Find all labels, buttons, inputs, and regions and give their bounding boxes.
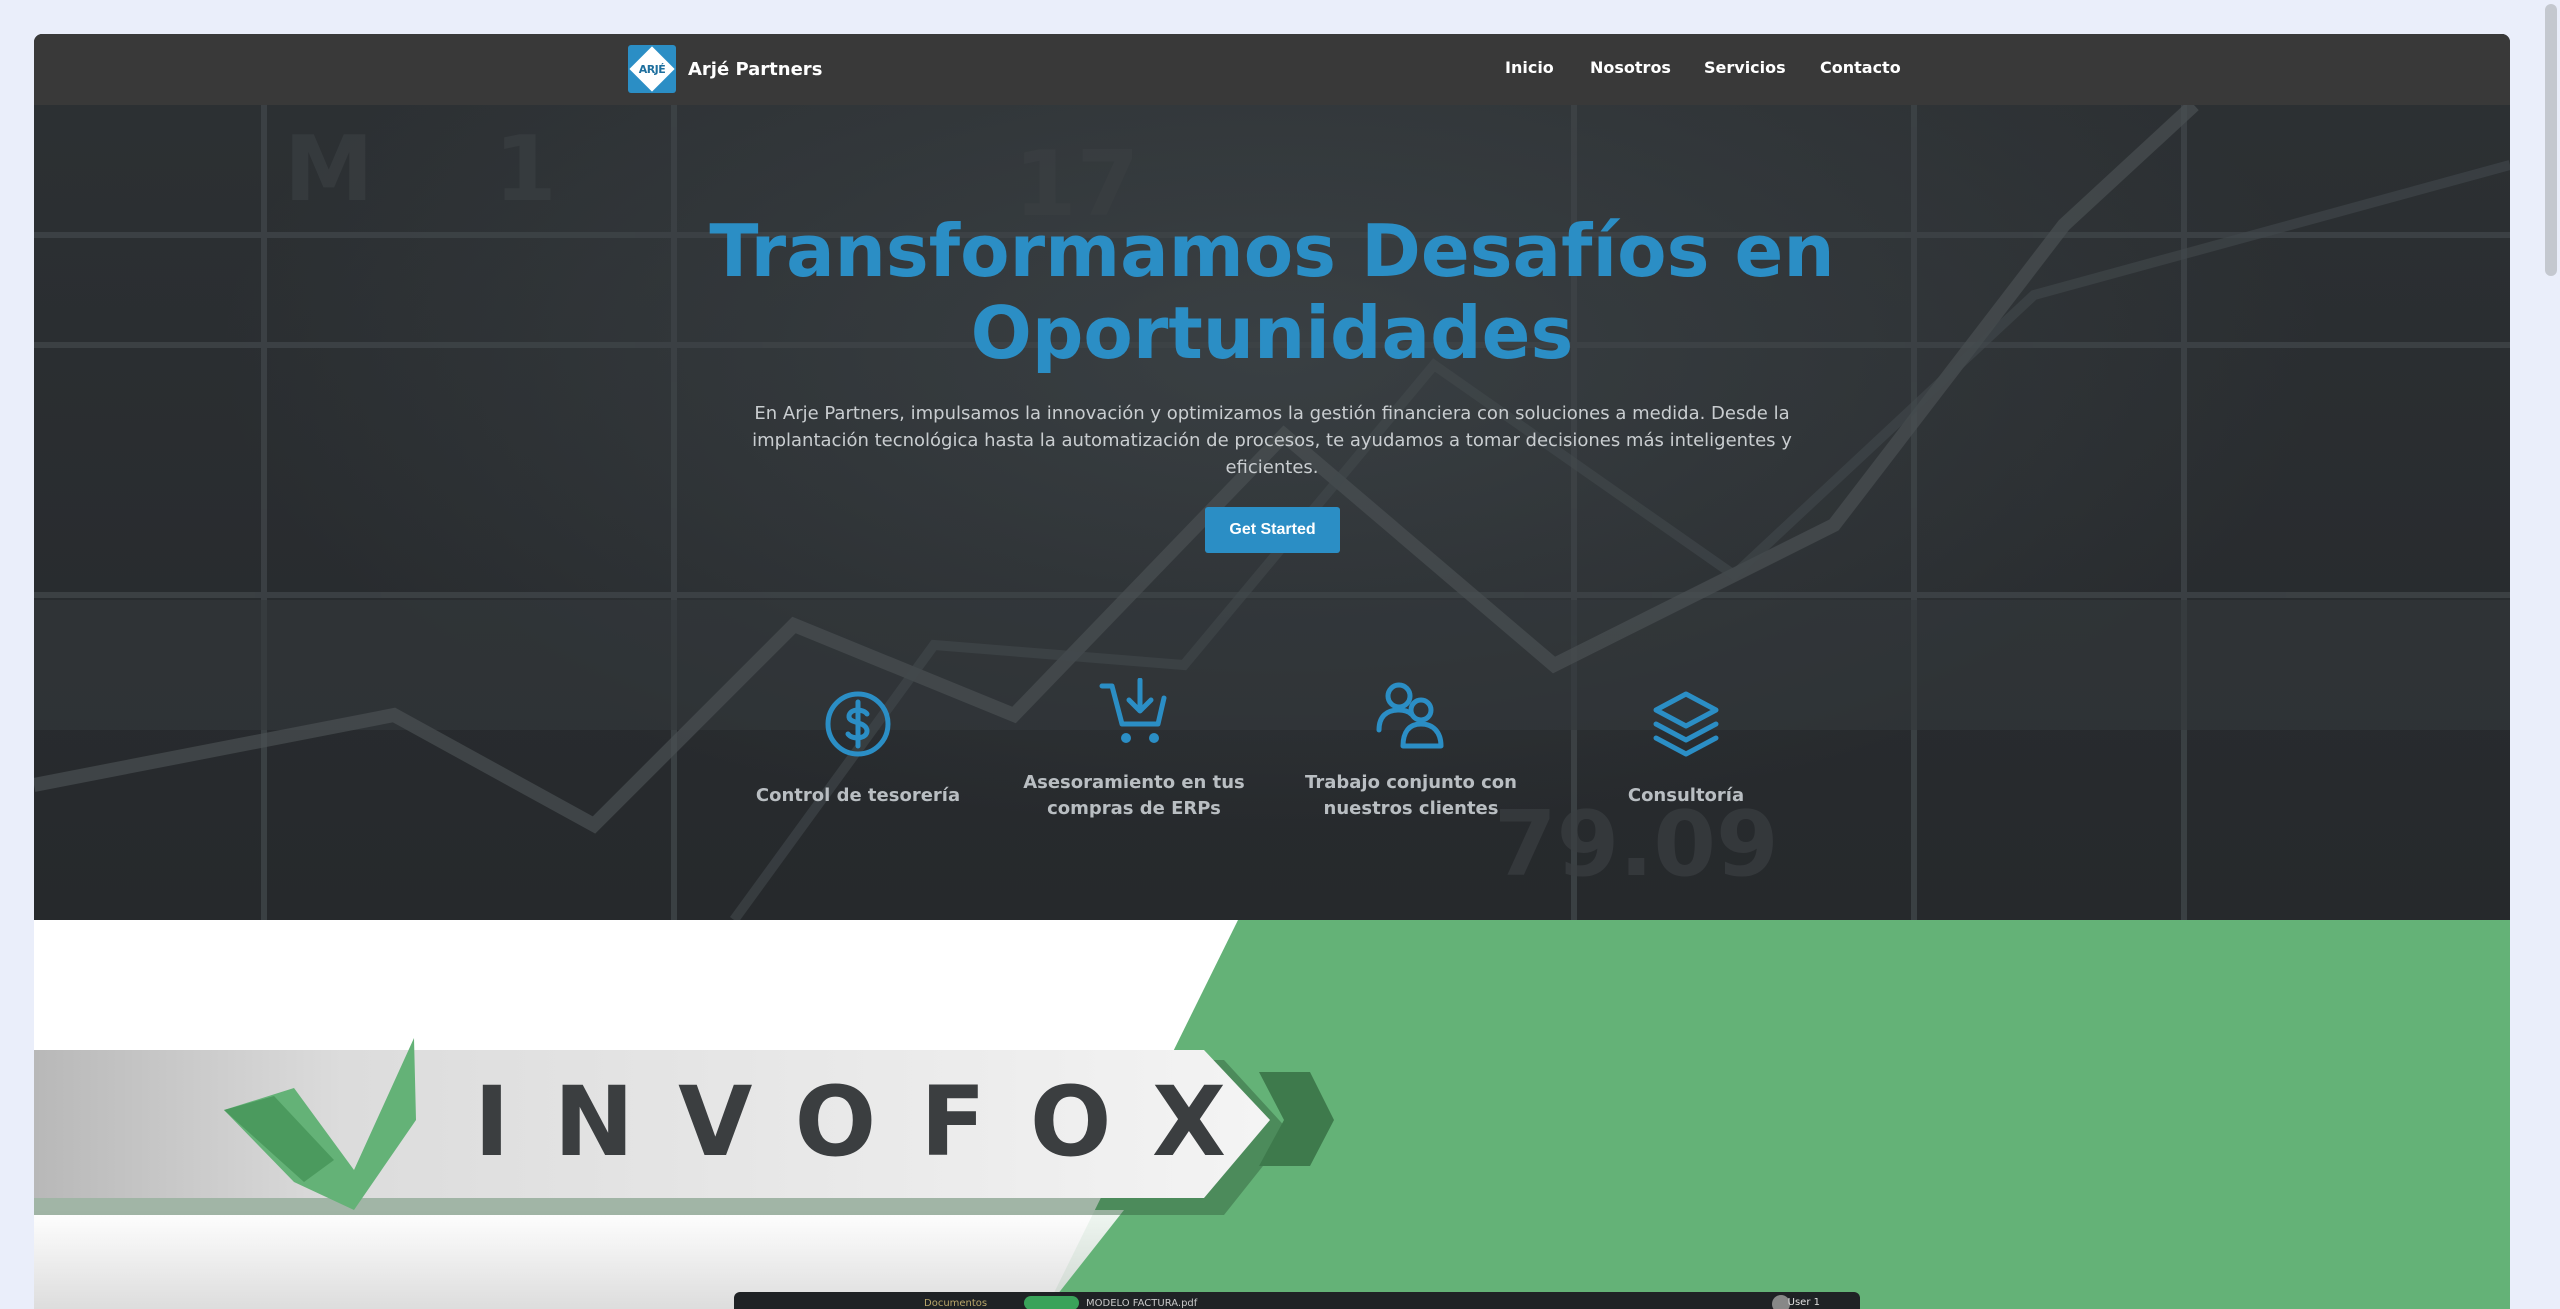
- people-icon: [1376, 682, 1444, 749]
- dollar-circle-icon: [825, 691, 891, 757]
- nav-link-contacto[interactable]: Contacto: [1820, 58, 1901, 77]
- app-status-tag: [1024, 1296, 1079, 1309]
- navbar: ARJÉ Arjé Partners Inicio Nosotros Servi…: [34, 34, 2510, 105]
- page-scrollbar-thumb[interactable]: [2545, 4, 2557, 276]
- hero-section: 1 17 79.09 M Transformamos Desafíos en O…: [34, 105, 2510, 920]
- hero-title: Transformamos Desafíos en Oportunidades: [709, 209, 1835, 375]
- get-started-button[interactable]: Get Started: [1205, 507, 1340, 553]
- feature-control-tesoreria: Control de tesorería: [738, 688, 978, 818]
- brand-link[interactable]: ARJÉ Arjé Partners: [628, 45, 822, 93]
- feature-consultoria: Consultoría: [1566, 688, 1806, 818]
- nav-link-servicios[interactable]: Servicios: [1704, 58, 1786, 77]
- app-user-name: User 1: [1787, 1297, 1820, 1308]
- browser-viewport: ARJÉ Arjé Partners Inicio Nosotros Servi…: [34, 34, 2510, 1309]
- invofox-wordmark: INVOFOX: [474, 1066, 1271, 1178]
- feature-label: Consultoría: [1627, 785, 1745, 806]
- invofox-app-preview: Documentos MODELO FACTURA.pdf User 1: [734, 1292, 1860, 1309]
- feature-label: Control de tesorería: [755, 785, 961, 806]
- feature-label: Asesoramiento en tus compras de ERPs: [1023, 772, 1245, 819]
- nav-link-inicio[interactable]: Inicio: [1505, 58, 1554, 77]
- app-document-name: MODELO FACTURA.pdf: [1086, 1298, 1198, 1309]
- nav-link-nosotros[interactable]: Nosotros: [1590, 58, 1671, 77]
- cart-download-icon: [1099, 678, 1167, 743]
- svg-text:M: M: [284, 117, 374, 222]
- logo-icon: ARJÉ: [628, 45, 676, 93]
- invofox-background: [34, 920, 2510, 1309]
- layers-icon: [1653, 691, 1719, 757]
- hero-subtitle: En Arje Partners, impulsamos la innovaci…: [752, 403, 1792, 478]
- invofox-banner: INVOFOX Documentos MODELO FACTURA.pdf Us…: [34, 920, 2510, 1309]
- brand-name: Arjé Partners: [688, 58, 823, 80]
- feature-label: Trabajo conjunto con nuestros clientes: [1305, 772, 1517, 819]
- svg-text:1: 1: [494, 117, 557, 222]
- feature-trabajo-conjunto: Trabajo conjunto con nuestros clientes: [1291, 678, 1531, 828]
- app-breadcrumb: Documentos: [924, 1298, 988, 1309]
- feature-asesoramiento-erp: Asesoramiento en tus compras de ERPs: [1014, 678, 1254, 828]
